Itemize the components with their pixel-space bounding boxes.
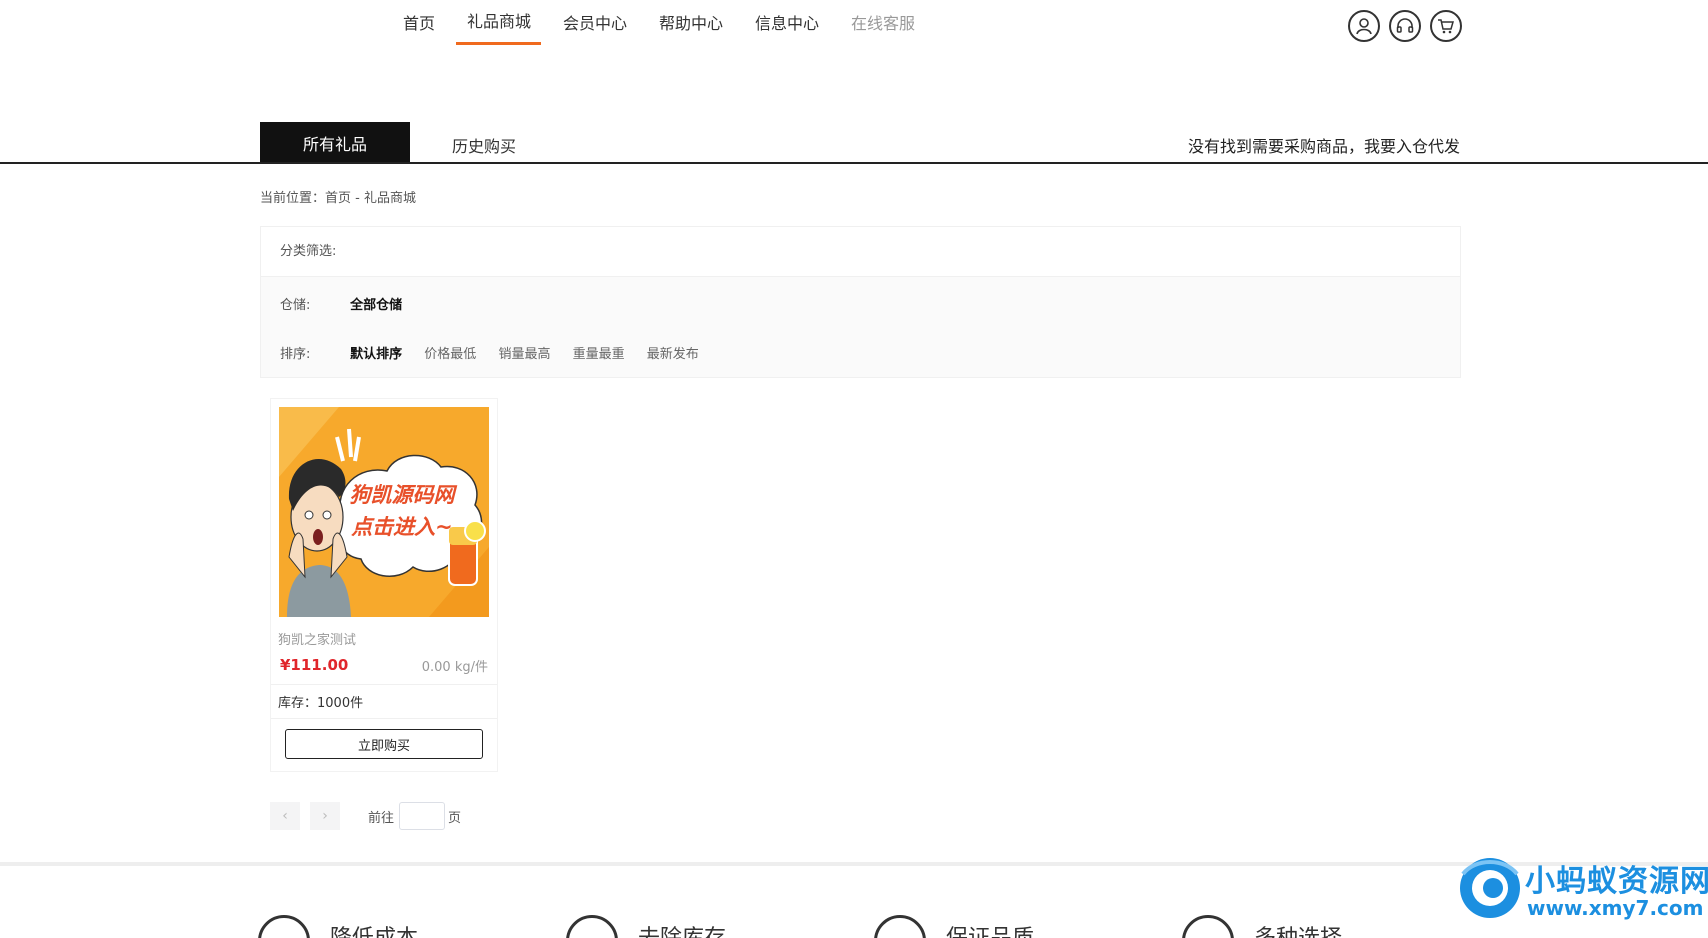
nav-item-member-center[interactable]: 会员中心: [563, 10, 627, 34]
warehouse-label: 仓储:: [280, 298, 311, 313]
warehouse-option-all[interactable]: 全部仓储: [350, 294, 402, 313]
nav-item-gift-mall[interactable]: 礼品商城: [467, 8, 531, 32]
nav-item-info-center[interactable]: 信息中心: [755, 10, 819, 34]
watermark: 小蚂蚁资源网 www.xmy7.com: [1455, 852, 1708, 938]
warehouse-dropship-link[interactable]: 没有找到需要采购商品，我要入仓代发: [1188, 133, 1460, 157]
tabs-divider: [0, 162, 1708, 164]
feature-multiple-choices: 多种选择: [1254, 920, 1342, 938]
watermark-url: www.xmy7.com: [1527, 896, 1704, 920]
sort-option-weight-heavy[interactable]: 重量最重: [573, 343, 625, 362]
footer-divider: [0, 862, 1708, 866]
page-number-input[interactable]: [399, 802, 445, 830]
sort-option-price-low[interactable]: 价格最低: [424, 343, 476, 362]
buy-now-button[interactable]: 立即购买: [285, 729, 483, 759]
product-card[interactable]: 狗凯源码网 点击进入~: [270, 398, 498, 772]
headset-icon[interactable]: [1389, 10, 1421, 42]
product-stock: 库存：1000件: [278, 696, 364, 711]
nav-item-help-center[interactable]: 帮助中心: [659, 10, 723, 34]
nav-active-underline: [456, 42, 541, 45]
sort-label: 排序:: [280, 347, 311, 362]
home-inventory-icon: [566, 915, 618, 938]
feature-reduce-cost: 降低成本: [330, 920, 418, 938]
product-image-text-2: 点击进入~: [350, 515, 453, 539]
card-divider: [271, 718, 497, 719]
product-image-text-1: 狗凯源码网: [350, 483, 458, 507]
product-name[interactable]: 狗凯之家测试: [278, 629, 356, 648]
warehouse-filter-row: 仓储: 全部仓储: [280, 294, 420, 313]
filter-heading: 分类筛选:: [261, 227, 1460, 277]
goto-label: 前往: [368, 811, 395, 826]
card-divider: [271, 684, 497, 685]
tab-all-gifts[interactable]: 所有礼品: [260, 122, 410, 163]
cart-icon[interactable]: [1430, 10, 1462, 42]
product-weight: 0.00 kg/件: [421, 660, 488, 675]
sort-filter-row: 排序: 默认排序 价格最低 销量最高 重量最重 最新发布: [280, 343, 717, 362]
top-nav: 首页 礼品商城 会员中心 帮助中心 信息中心 在线客服: [0, 0, 1708, 60]
feature-remove-inventory: 去除库存: [638, 920, 726, 938]
filter-panel: 分类筛选: 仓储: 全部仓储 排序: 默认排序 价格最低 销量最高 重量最重 最…: [260, 226, 1461, 378]
tab-purchase-history[interactable]: 历史购买: [452, 133, 516, 157]
prev-page-button[interactable]: ‹: [270, 802, 300, 830]
product-image[interactable]: 狗凯源码网 点击进入~: [279, 407, 489, 617]
choices-icon: [1182, 915, 1234, 938]
feature-quality-guarantee: 保证品质: [946, 920, 1034, 938]
sort-option-default[interactable]: 默认排序: [350, 343, 402, 362]
user-icon[interactable]: [1348, 10, 1380, 42]
nav-item-online-service[interactable]: 在线客服: [851, 10, 915, 34]
sort-option-sales-high[interactable]: 销量最高: [498, 343, 550, 362]
quality-badge-icon: [874, 915, 926, 938]
product-price: ¥111.00: [280, 656, 349, 674]
sort-option-newest[interactable]: 最新发布: [647, 343, 699, 362]
next-page-button[interactable]: ›: [310, 802, 340, 830]
watermark-title: 小蚂蚁资源网: [1525, 864, 1708, 899]
cost-reduce-icon: [258, 915, 310, 938]
breadcrumb: 当前位置：首页 - 礼品商城: [260, 191, 416, 206]
nav-item-home[interactable]: 首页: [403, 10, 435, 34]
watermark-logo-icon: [1460, 858, 1520, 918]
page-suffix-label: 页: [448, 811, 462, 826]
